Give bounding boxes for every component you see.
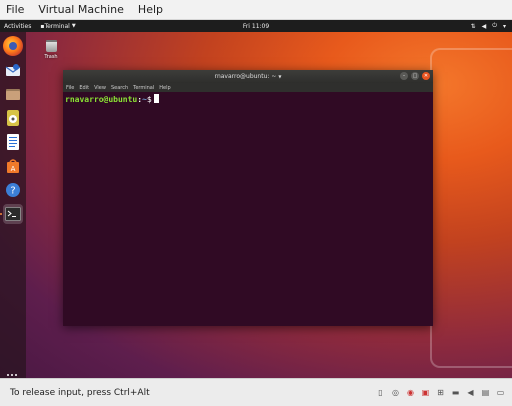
usb-icon[interactable]: ▬: [450, 386, 461, 399]
trash-label: Trash: [44, 54, 58, 60]
window-title: rnavarro@ubuntu: ~: [214, 73, 277, 80]
volume-icon: ◀: [481, 22, 487, 30]
activities-button[interactable]: Activities: [4, 23, 31, 30]
thunderbird-icon[interactable]: [3, 60, 23, 80]
prompt-user: rnavarro@ubuntu: [65, 95, 138, 104]
floppy-icon[interactable]: ▣: [420, 386, 431, 399]
software-center-icon[interactable]: A: [3, 156, 23, 176]
writer-glyph: [7, 134, 19, 150]
terminal-menu-view[interactable]: View: [94, 85, 106, 91]
power-icon: ⏻: [492, 22, 497, 29]
network-icon: ⇅: [470, 22, 476, 30]
terminal-menu-help[interactable]: Help: [159, 85, 170, 91]
chevron-down-icon: ▼: [278, 74, 282, 79]
firefox-glyph: [9, 42, 17, 50]
files-glyph: [6, 89, 20, 100]
terminal-menu-terminal[interactable]: Terminal: [133, 85, 154, 91]
ubuntu-top-bar: Activities ▪ Terminal ▼ Fri 11:09 ⇅ ◀ ⏻ …: [0, 20, 512, 32]
chevron-down-icon: ▼: [71, 23, 76, 29]
terminal-menu-edit[interactable]: Edit: [79, 85, 89, 91]
clock[interactable]: Fri 11:09: [243, 23, 269, 30]
libreoffice-writer-icon[interactable]: [3, 132, 23, 152]
terminal-glyph: [5, 207, 21, 221]
menu-virtual-machine[interactable]: Virtual Machine: [38, 3, 124, 16]
printer-icon[interactable]: ▤: [480, 386, 491, 399]
minimize-icon[interactable]: –: [400, 72, 408, 80]
menu-help[interactable]: Help: [138, 3, 163, 16]
close-icon[interactable]: ✕: [422, 72, 430, 80]
firefox-icon[interactable]: [3, 36, 23, 56]
trash-icon: [45, 40, 57, 52]
terminal-window[interactable]: rnavarro@ubuntu: ~ ▼ – □ ✕ File Edit Vie…: [63, 70, 433, 326]
cd-drive-2-icon[interactable]: ◉: [405, 386, 416, 399]
device-icons: ▯ ◎ ◉ ▣ ⊞ ▬ ◀ ▤ ▭: [375, 386, 506, 399]
software-glyph: A: [7, 159, 19, 173]
release-input-message: To release input, press Ctrl+Alt: [10, 387, 150, 398]
help-glyph: ?: [6, 183, 20, 197]
svg-text:?: ?: [10, 186, 15, 197]
prompt-symbol: $: [146, 95, 152, 104]
app-menu-label: Terminal: [44, 22, 70, 30]
svg-text:A: A: [11, 165, 16, 173]
cd-drive-icon[interactable]: ◎: [390, 386, 401, 399]
terminal-menu-file[interactable]: File: [66, 85, 74, 91]
help-icon[interactable]: ?: [3, 180, 23, 200]
active-indicator: [0, 213, 2, 215]
rhythmbox-glyph: [7, 110, 19, 126]
files-icon[interactable]: [3, 84, 23, 104]
display-icon[interactable]: ▭: [495, 386, 506, 399]
trash-desktop-icon[interactable]: Trash: [40, 40, 62, 60]
network-adapter-icon[interactable]: ⊞: [435, 386, 446, 399]
host-menubar: File Virtual Machine Help: [0, 0, 512, 20]
maximize-icon[interactable]: □: [411, 72, 419, 80]
dock: A ?: [0, 32, 26, 378]
sound-icon[interactable]: ◀: [465, 386, 476, 399]
terminal-titlebar[interactable]: rnavarro@ubuntu: ~ ▼ – □ ✕: [63, 70, 433, 83]
text-cursor: [153, 94, 159, 103]
rhythmbox-icon[interactable]: [3, 108, 23, 128]
window-controls: – □ ✕: [400, 72, 430, 80]
terminal-menu-search[interactable]: Search: [111, 85, 128, 91]
wallpaper-decoration: [430, 48, 512, 368]
terminal-menubar: File Edit View Search Terminal Help: [63, 83, 433, 92]
hard-disk-icon[interactable]: ▯: [375, 386, 386, 399]
guest-screen[interactable]: Activities ▪ Terminal ▼ Fri 11:09 ⇅ ◀ ⏻ …: [0, 20, 512, 378]
chevron-down-icon: ▾: [502, 22, 506, 30]
thunderbird-glyph: [5, 64, 21, 76]
host-statusbar: To release input, press Ctrl+Alt ▯ ◎ ◉ ▣…: [0, 378, 512, 406]
system-tray[interactable]: ⇅ ◀ ⏻ ▾: [471, 22, 506, 30]
terminal-icon[interactable]: [3, 204, 23, 224]
app-menu[interactable]: ▪ Terminal ▼: [40, 23, 75, 30]
menu-file[interactable]: File: [6, 3, 24, 16]
terminal-body[interactable]: rnavarro@ubuntu:~$: [63, 92, 433, 107]
